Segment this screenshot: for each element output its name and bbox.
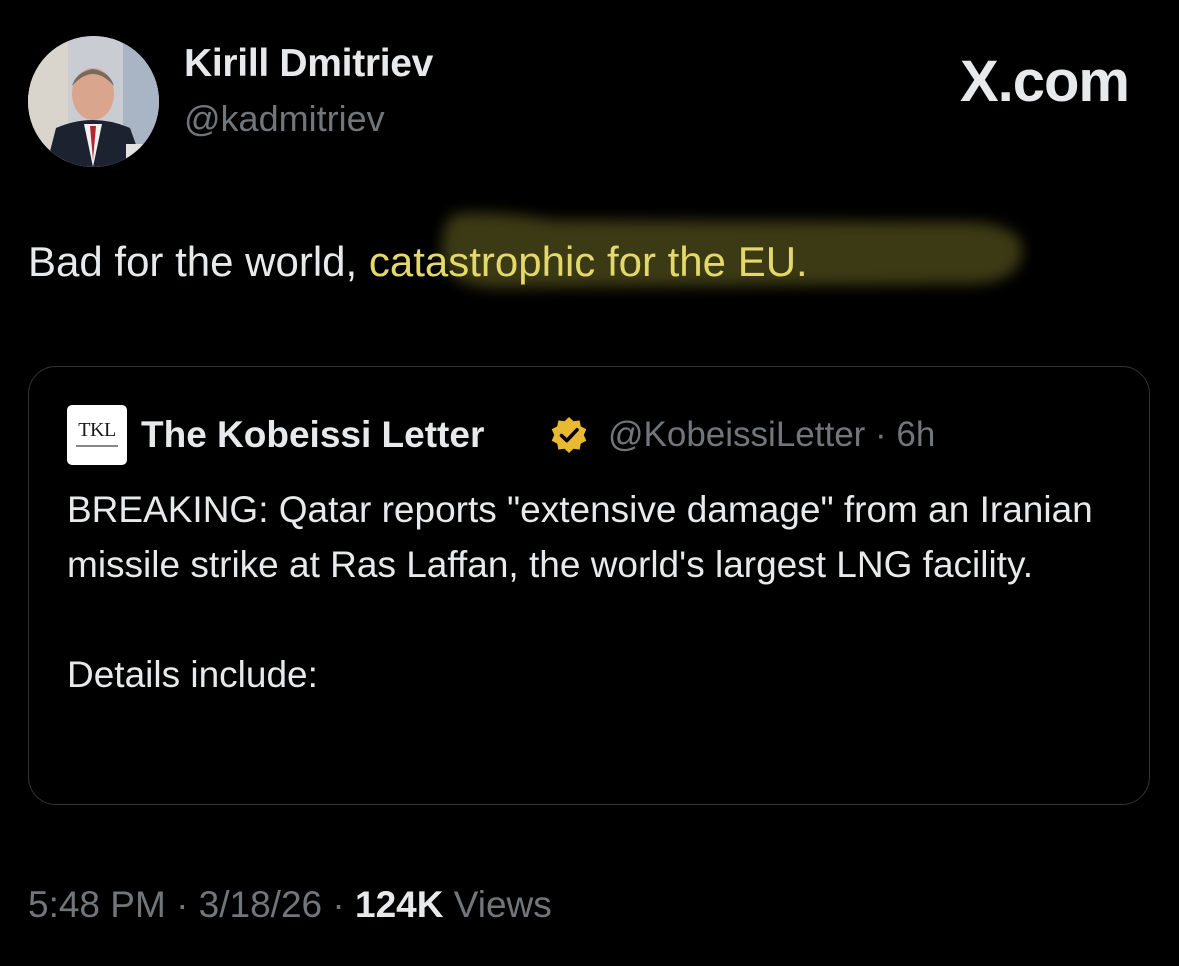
verified-badge-icon xyxy=(551,417,587,453)
quoted-author-handle-time[interactable]: @KobeissiLetter · 6h xyxy=(608,415,935,455)
quoted-author-name[interactable]: The Kobeissi Letter xyxy=(141,414,484,456)
tweet-text: Bad for the world, catastrophic for the … xyxy=(28,238,808,286)
avatar-photo-icon xyxy=(28,36,159,167)
quoted-tweet-paragraph: Details include: xyxy=(67,654,318,695)
tweet-meta: 5:48 PM · 3/18/26 · 124K Views xyxy=(28,884,552,926)
logo-rule xyxy=(76,445,118,447)
author-avatar[interactable] xyxy=(28,36,159,167)
views-label: Views xyxy=(443,884,552,925)
tweet-timestamp[interactable]: 5:48 PM · 3/18/26 · xyxy=(28,884,355,925)
x-logo: X.com xyxy=(959,49,1130,114)
author-name[interactable]: Kirill Dmitriev xyxy=(184,42,433,86)
author-handle[interactable]: @kadmitriev xyxy=(184,98,385,140)
tweet-text-highlighted: catastrophic for the EU. xyxy=(368,238,808,285)
quoted-tweet-card[interactable]: TKL The Kobeissi Letter @KobeissiLetter … xyxy=(28,366,1150,805)
quoted-author-logo-text: TKL xyxy=(78,419,116,441)
quoted-author-logo[interactable]: TKL xyxy=(67,405,127,465)
tweet-text-plain: Bad for the world, xyxy=(28,238,369,285)
quoted-tweet-paragraph: BREAKING: Qatar reports "extensive damag… xyxy=(67,489,1093,585)
tweet-header: Kirill Dmitriev @kadmitriev X.com xyxy=(28,30,1151,167)
quoted-tweet-body: BREAKING: Qatar reports "extensive damag… xyxy=(67,482,1127,702)
views-count: 124K xyxy=(355,884,444,925)
